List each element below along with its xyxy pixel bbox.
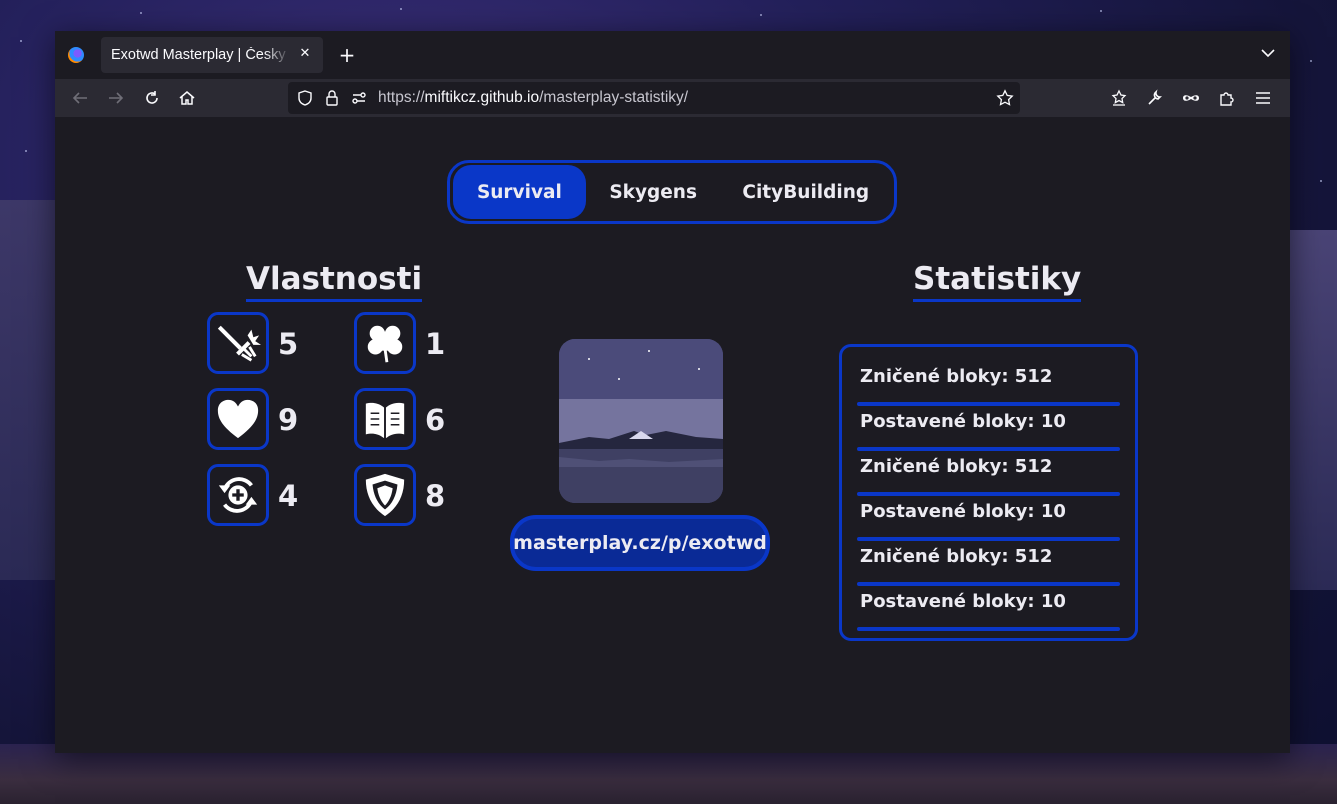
wallpaper-star [25, 150, 27, 152]
chevron-down-icon[interactable] [1260, 45, 1276, 61]
attributes-title-underline [246, 299, 423, 302]
stat-label: Zničené bloky: 512 [860, 546, 1053, 567]
tab-citybuilding[interactable]: CityBuilding [721, 165, 891, 219]
wallpaper-mountain-left [0, 200, 60, 580]
address-bar[interactable]: https://miftikcz.github.io/masterplay-st… [288, 82, 1020, 114]
tab-close-icon[interactable]: ✕ [297, 46, 313, 62]
extensions-puzzle-icon[interactable] [1218, 89, 1236, 107]
heart-icon [217, 399, 259, 439]
attributes-title: Vlastnosti [246, 261, 423, 302]
stat-label: Zničené bloky: 512 [860, 366, 1053, 387]
attribute-health [207, 388, 269, 450]
tracking-protection-icon[interactable] [296, 89, 314, 107]
stat-row: Postavené bloky: 10 [857, 406, 1120, 451]
wallpaper-mountain-right [1289, 230, 1337, 590]
stats-title: Statistiky [913, 261, 1082, 302]
bookmark-star-icon[interactable] [996, 89, 1014, 107]
profile-link-button[interactable]: masterplay.cz/p/exotwd [510, 515, 770, 571]
stats-title-underline [913, 299, 1082, 302]
private-mask-icon[interactable] [1182, 89, 1200, 107]
browser-window: Exotwd Masterplay | Česky ✕ + https://mi… [55, 31, 1290, 753]
player-avatar-image [559, 339, 723, 503]
stat-row: Zničené bloky: 512 [857, 361, 1120, 406]
back-icon[interactable] [71, 89, 89, 107]
url-host: miftikcz.github.io [424, 89, 540, 106]
attributes-title-text: Vlastnosti [246, 261, 423, 297]
attribute-defense [354, 464, 416, 526]
stat-row: Zničené bloky: 512 [857, 451, 1120, 496]
wallpaper-star [140, 12, 142, 14]
server-mode-switch: Survival Skygens CityBuilding [447, 160, 897, 224]
forward-icon[interactable] [107, 89, 125, 107]
new-tab-button[interactable]: + [335, 43, 359, 67]
stats-title-text: Statistiky [913, 261, 1082, 297]
stat-label: Postavené bloky: 10 [860, 591, 1066, 612]
lock-icon[interactable] [323, 89, 341, 107]
stat-row: Zničené bloky: 512 [857, 541, 1120, 586]
wallpaper-star [1320, 180, 1322, 182]
stat-label: Postavené bloky: 10 [860, 411, 1066, 432]
tab-survival[interactable]: Survival [453, 165, 586, 219]
navigation-bar: https://miftikcz.github.io/masterplay-st… [55, 79, 1290, 117]
wallpaper-star [1100, 10, 1102, 12]
attribute-defense-value: 8 [425, 479, 446, 513]
url-scheme: https:// [378, 89, 425, 106]
page-content: Survival Skygens CityBuilding Vlastnosti… [55, 117, 1290, 753]
hamburger-menu-icon[interactable] [1254, 89, 1272, 107]
url-path: /masterplay-statistiky/ [539, 89, 689, 106]
attribute-sword [207, 312, 269, 374]
shield-icon [365, 473, 405, 517]
attribute-regeneration [207, 464, 269, 526]
home-icon[interactable] [178, 89, 196, 107]
firefox-logo-icon [68, 47, 84, 63]
browser-tab[interactable]: Exotwd Masterplay | Česky ✕ [101, 37, 323, 73]
attribute-regeneration-value: 4 [278, 479, 299, 513]
pocket-save-icon[interactable] [1110, 89, 1128, 107]
wallpaper-star [20, 40, 22, 42]
attribute-luck [354, 312, 416, 374]
wrench-icon[interactable] [1146, 89, 1164, 107]
stat-row: Postavené bloky: 10 [857, 496, 1120, 541]
stat-divider [857, 627, 1120, 631]
wallpaper-star [760, 14, 762, 16]
stat-row: Postavené bloky: 10 [857, 586, 1120, 631]
wallpaper-star [1310, 60, 1312, 62]
stat-label: Zničené bloky: 512 [860, 456, 1053, 477]
reload-icon[interactable] [143, 89, 161, 107]
clover-icon [367, 325, 403, 363]
wallpaper-shore [0, 744, 1337, 804]
book-icon [365, 402, 405, 439]
attribute-intelligence-value: 6 [425, 403, 446, 437]
sword-icon [217, 325, 261, 362]
tab-skygens[interactable]: Skygens [586, 165, 721, 219]
attribute-health-value: 9 [278, 403, 299, 437]
stats-panel: Zničené bloky: 512 Postavené bloky: 10 Z… [839, 344, 1138, 641]
regeneration-icon [218, 477, 258, 513]
stat-label: Postavené bloky: 10 [860, 501, 1066, 522]
wallpaper-star [400, 8, 402, 10]
tab-title: Exotwd Masterplay | Česky [111, 47, 286, 63]
attribute-sword-value: 5 [278, 327, 299, 361]
landscape-image [559, 339, 723, 503]
tab-bar: Exotwd Masterplay | Česky ✕ + [55, 31, 1290, 79]
attribute-luck-value: 1 [425, 327, 446, 361]
attribute-intelligence [354, 388, 416, 450]
url-text[interactable]: https://miftikcz.github.io/masterplay-st… [378, 89, 688, 107]
permissions-icon[interactable] [350, 89, 368, 107]
